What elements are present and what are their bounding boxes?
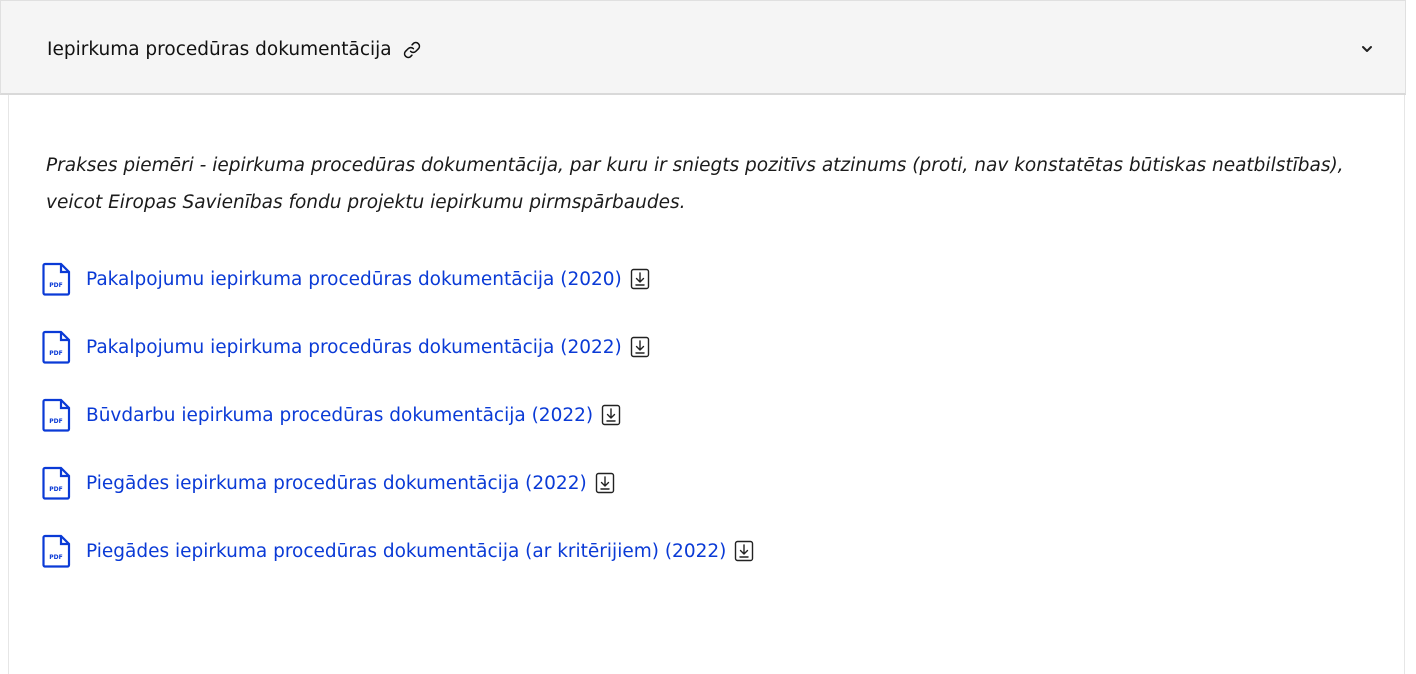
list-item: PDF Piegādes iepirkuma procedūras dokume… (42, 517, 754, 585)
download-icon[interactable] (630, 336, 650, 358)
pdf-badge-text: PDF (49, 554, 62, 561)
pdf-file-icon: PDF (42, 262, 71, 296)
accordion-body: Prakses piemēri - iepirkuma procedūras d… (8, 95, 1405, 674)
intro-text: Prakses piemēri - iepirkuma procedūras d… (46, 155, 1344, 213)
pdf-file-icon: PDF (42, 534, 71, 568)
list-item: PDF Pakalpojumu iepirkuma procedūras dok… (42, 245, 754, 313)
chevron-down-icon[interactable] (1358, 40, 1376, 58)
pdf-badge-text: PDF (49, 350, 62, 357)
pdf-file-icon: PDF (42, 398, 71, 432)
download-icon[interactable] (595, 472, 615, 494)
document-link[interactable]: Būvdarbu iepirkuma procedūras dokumentāc… (86, 405, 593, 426)
accordion-title: Iepirkuma procedūras dokumentācija (47, 39, 392, 60)
document-list: PDF Pakalpojumu iepirkuma procedūras dok… (42, 245, 754, 585)
download-icon[interactable] (734, 540, 754, 562)
accordion-header[interactable]: Iepirkuma procedūras dokumentācija (0, 0, 1406, 95)
pdf-file-icon: PDF (42, 466, 71, 500)
download-icon[interactable] (630, 268, 650, 290)
pdf-badge-text: PDF (49, 282, 62, 289)
document-link[interactable]: Pakalpojumu iepirkuma procedūras dokumen… (86, 269, 622, 290)
list-item: PDF Piegādes iepirkuma procedūras dokume… (42, 449, 754, 517)
document-link[interactable]: Pakalpojumu iepirkuma procedūras dokumen… (86, 337, 622, 358)
pdf-badge-text: PDF (49, 418, 62, 425)
documentation-accordion: Iepirkuma procedūras dokumentācija Praks… (0, 0, 1416, 674)
document-link[interactable]: Piegādes iepirkuma procedūras dokumentāc… (86, 541, 726, 562)
link-icon[interactable] (401, 39, 423, 61)
list-item: PDF Būvdarbu iepirkuma procedūras dokume… (42, 381, 754, 449)
pdf-file-icon: PDF (42, 330, 71, 364)
accordion-title-wrap: Iepirkuma procedūras dokumentācija (47, 38, 423, 62)
list-item: PDF Pakalpojumu iepirkuma procedūras dok… (42, 313, 754, 381)
pdf-badge-text: PDF (49, 486, 62, 493)
document-link[interactable]: Piegādes iepirkuma procedūras dokumentāc… (86, 473, 587, 494)
download-icon[interactable] (601, 404, 621, 426)
